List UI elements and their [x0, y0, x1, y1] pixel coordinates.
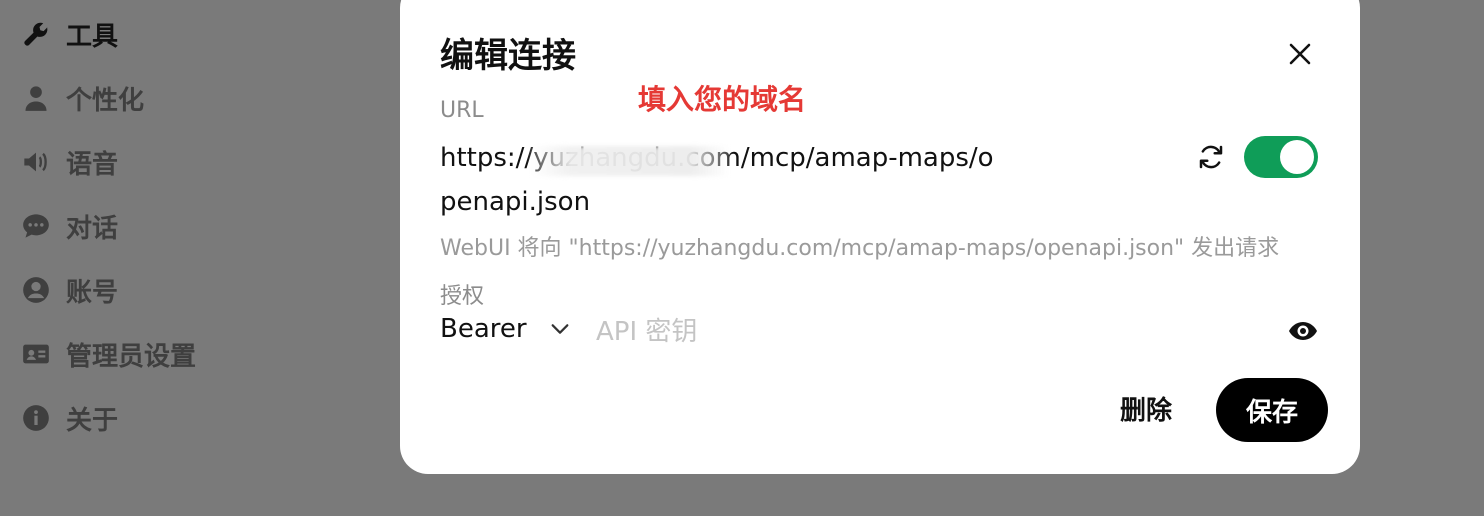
refresh-icon [1199, 145, 1223, 169]
admin-card-icon [20, 338, 52, 370]
auth-type-value: Bearer [440, 314, 527, 344]
eye-icon [1289, 322, 1317, 340]
auth-type-select[interactable]: Bearer [440, 314, 571, 344]
sidebar-item-personalization[interactable]: 个性化 [20, 78, 144, 118]
sidebar-item-about[interactable]: 关于 [20, 398, 118, 438]
verify-connection-button[interactable] [1196, 142, 1226, 172]
dialog-title: 编辑连接 [440, 36, 576, 76]
save-button[interactable]: 保存 [1216, 378, 1328, 442]
auth-label: 授权 [440, 284, 485, 309]
sidebar-item-voice[interactable]: 语音 [20, 142, 118, 182]
sidebar-item-chat[interactable]: 对话 [20, 206, 118, 246]
sidebar-item-label: 关于 [66, 405, 119, 436]
sidebar-item-account[interactable]: 账号 [20, 270, 118, 310]
url-label: URL [440, 98, 484, 123]
chevron-down-icon [551, 324, 569, 334]
annotation-text: 填入您的域名 [638, 83, 807, 116]
wrench-icon [20, 18, 52, 50]
speaker-icon [20, 146, 52, 178]
account-icon [20, 274, 52, 306]
sidebar-item-label: 管理员设置 [66, 341, 197, 372]
close-button[interactable] [1284, 38, 1316, 70]
connection-enabled-toggle[interactable] [1244, 136, 1318, 178]
sidebar-item-label: 工具 [66, 21, 119, 52]
sidebar-item-label: 个性化 [66, 85, 145, 116]
toggle-key-visibility-button[interactable] [1288, 318, 1318, 344]
close-icon [1289, 43, 1311, 65]
edit-connection-dialog: 编辑连接 填入您的域名 URL https://yuzhangdu.com/mc… [400, 0, 1360, 474]
sidebar-item-tools[interactable]: 工具 [20, 14, 118, 54]
sidebar-item-label: 账号 [66, 277, 119, 308]
sidebar-item-label: 对话 [66, 213, 119, 244]
redaction-blur [530, 146, 730, 176]
url-hint-text: WebUI 将向 "https://yuzhangdu.com/mcp/amap… [440, 236, 1280, 261]
settings-sidebar: 工具 个性化 语音 对话 账号 管理员设置 关于 [0, 0, 400, 516]
chat-icon [20, 210, 52, 242]
toggle-knob [1280, 140, 1314, 174]
info-icon [20, 402, 52, 434]
sidebar-item-label: 语音 [66, 149, 119, 180]
delete-button[interactable]: 删除 [1120, 390, 1172, 427]
user-icon [20, 82, 52, 114]
api-key-input[interactable] [596, 310, 1236, 354]
sidebar-item-admin-settings[interactable]: 管理员设置 [20, 334, 196, 374]
